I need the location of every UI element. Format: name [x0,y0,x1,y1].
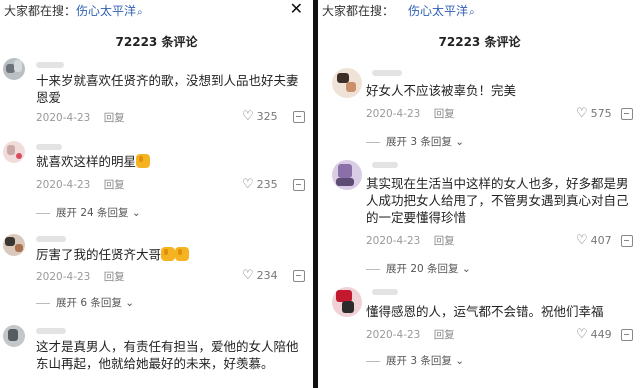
comment-meta: 2020-4-23 回复 [36,269,125,284]
like-count: 449 [590,328,612,341]
comment-text-body: 就喜欢这样的明星 [36,154,137,169]
chevron-down-icon: ⌄ [121,297,134,309]
like-count: 325 [256,110,278,123]
search-term-text: 伤心太平洋 [408,4,469,18]
comment-text-body: 厉害了我的任贤齐大哥 [36,247,162,262]
avatar[interactable] [3,141,25,163]
chevron-down-icon: ⌄ [458,263,471,275]
comment-text: 好女人不应该被辜负！完美 [366,83,517,98]
comment-meta: 2020-4-23 回复 [36,177,125,192]
like-button[interactable]: ♡ 235 [242,177,278,192]
heart-icon: ♡ [576,233,588,248]
dislike-icon[interactable] [293,179,305,191]
expand-replies-label: 展开 24 条回复 [56,207,129,219]
comment-text: 这才是真男人，有责任有担当，爱他的女人陪他东山再起，他就给她最好的未来，好羡慕。 [36,339,299,371]
search-icon: ⌕ [137,7,143,18]
avatar[interactable] [332,287,362,317]
comment-text: 懂得感恩的人，运气都不会错。祝他们幸福 [366,304,604,319]
search-term-link[interactable]: 伤心太平洋⌕ [76,2,143,19]
search-term-link[interactable]: 伤心太平洋⌕ [408,2,475,19]
like-count: 575 [590,107,612,120]
close-icon[interactable]: ✕ [290,0,303,18]
comment-date: 2020-4-23 [36,271,91,283]
username-blurred [372,162,398,168]
username-blurred [372,289,398,295]
dislike-icon[interactable] [621,108,633,120]
search-prefix: 大家都在搜： [4,4,77,18]
comments-panel-right: 大家都在搜： 伤心太平洋⌕ 72223 条评论 好女人不应该被辜负！完美 202… [318,0,641,388]
comments-panel-left: 大家都在搜： 伤心太平洋⌕ ✕ 72223 条评论 十来岁就喜欢任贤齐的歌，没想… [0,0,313,388]
dislike-icon[interactable] [293,111,305,123]
username-blurred [36,144,62,150]
comment-date: 2020-4-23 [366,108,421,120]
expand-replies-button[interactable]: 展开 6 条回复 ⌄ [36,295,134,310]
avatar[interactable] [332,68,362,98]
comment-text: 其实现在生活当中这样的女人也多，好多都是男人成功把女人给甩了，不管男女遇到真心对… [366,176,629,225]
username-blurred [372,70,402,76]
heart-icon: ♡ [576,106,588,121]
heart-icon: ♡ [242,268,254,283]
comment-text: 就喜欢这样的明星 [36,153,304,170]
dislike-icon[interactable] [621,329,633,341]
thumbs-up-emoji-icon [175,247,190,261]
reply-button[interactable]: 回复 [104,177,125,192]
like-button[interactable]: ♡ 325 [242,109,278,124]
heart-icon: ♡ [242,177,254,192]
expand-replies-button[interactable]: 展开 20 条回复 ⌄ [366,261,471,276]
dislike-icon[interactable] [293,270,305,282]
heart-icon: ♡ [242,109,254,124]
like-button[interactable]: ♡ 407 [576,233,612,248]
username-blurred [36,236,66,242]
avatar[interactable] [332,160,362,190]
expand-replies-label: 展开 3 条回复 [386,136,452,148]
comment-date: 2020-4-23 [36,179,91,191]
thumbs-up-emoji-icon [161,247,176,261]
comment-date: 2020-4-23 [366,235,421,247]
chevron-down-icon: ⌄ [451,355,464,367]
comment-meta: 2020-4-23 回复 [366,233,455,248]
expand-replies-label: 展开 3 条回复 [386,355,452,367]
comment-meta: 2020-4-23 回复 [36,110,125,125]
avatar[interactable] [3,58,25,80]
search-term-text: 伤心太平洋 [76,4,137,18]
search-icon: ⌕ [469,7,475,18]
thumbs-up-emoji-icon [136,154,151,168]
comment-date: 2020-4-23 [36,112,91,124]
like-button[interactable]: ♡ 234 [242,268,278,283]
expand-replies-label: 展开 6 条回复 [56,297,122,309]
reply-button[interactable]: 回复 [434,327,455,342]
username-blurred [36,62,64,68]
expand-replies-label: 展开 20 条回复 [386,263,459,275]
like-button[interactable]: ♡ 449 [576,327,612,342]
comment-count: 72223 条评论 [438,35,521,49]
avatar[interactable] [3,325,25,347]
chevron-down-icon: ⌄ [128,207,141,219]
reply-button[interactable]: 回复 [434,106,455,121]
like-count: 235 [256,178,278,191]
like-count: 407 [590,234,612,247]
dislike-icon[interactable] [621,235,633,247]
like-button[interactable]: ♡ 575 [576,106,612,121]
search-prefix: 大家都在搜： [322,4,395,18]
comment-text: 十来岁就喜欢任贤齐的歌，没想到人品也好夫妻恩爱 [36,73,299,105]
comment-meta: 2020-4-23 回复 [366,327,455,342]
search-suggestion-bar[interactable]: 大家都在搜： 伤心太平洋⌕ [0,0,313,22]
reply-button[interactable]: 回复 [104,110,125,125]
comment-meta: 2020-4-23 回复 [366,106,455,121]
search-suggestion-bar[interactable]: 大家都在搜： 伤心太平洋⌕ [318,0,641,22]
avatar[interactable] [3,234,25,256]
reply-button[interactable]: 回复 [434,233,455,248]
comment-text: 厉害了我的任贤齐大哥 [36,246,304,263]
chevron-down-icon: ⌄ [451,136,464,148]
heart-icon: ♡ [576,327,588,342]
expand-replies-button[interactable]: 展开 3 条回复 ⌄ [366,134,464,149]
comment-date: 2020-4-23 [366,329,421,341]
username-blurred [36,328,66,334]
like-count: 234 [256,269,278,282]
expand-replies-button[interactable]: 展开 3 条回复 ⌄ [366,353,464,368]
expand-replies-button[interactable]: 展开 24 条回复 ⌄ [36,205,141,220]
comment-count: 72223 条评论 [115,35,198,49]
reply-button[interactable]: 回复 [104,269,125,284]
